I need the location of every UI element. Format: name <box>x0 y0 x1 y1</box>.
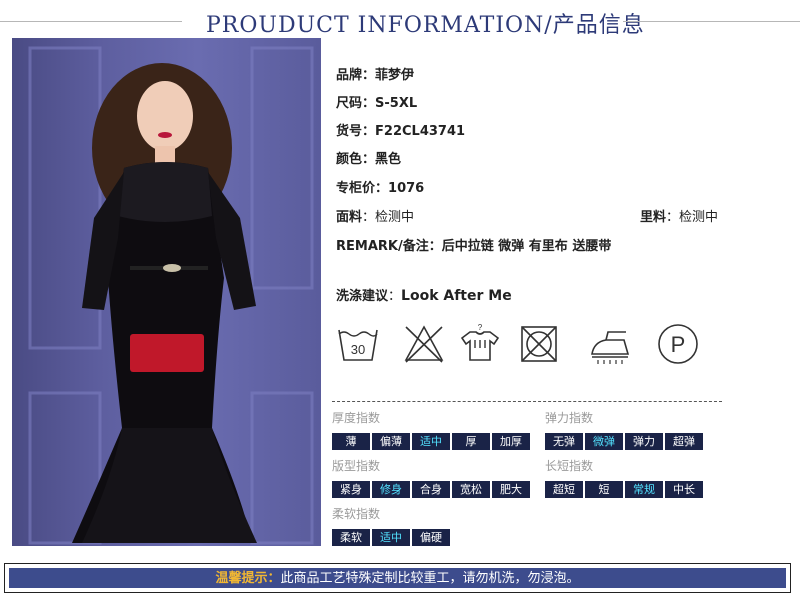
thickness-option: 厚 <box>452 433 490 450</box>
fit-option: 宽松 <box>452 481 490 498</box>
brand-value: 菲梦伊 <box>375 68 415 83</box>
softness-option-selected: 适中 <box>372 529 410 546</box>
wash-30-icon: 30 <box>336 322 380 366</box>
fit-option: 紧身 <box>332 481 370 498</box>
separator: ： <box>362 68 376 83</box>
separator: ： <box>388 289 402 304</box>
thickness-index-label: 厚度指数 <box>332 411 381 425</box>
elasticity-option: 超弹 <box>665 433 703 450</box>
elasticity-index-label: 弹力指数 <box>545 411 594 425</box>
product-photo <box>12 38 321 546</box>
notice-body: 此商品工艺特殊定制比较重工，请勿机洗，勿浸泡。 <box>280 571 580 586</box>
fit-index-label: 版型指数 <box>332 459 381 473</box>
softness-option: 柔软 <box>332 529 370 546</box>
length-option: 中长 <box>665 481 703 498</box>
length-index-label: 长短指数 <box>545 459 594 473</box>
wash-label: 洗涤建议 <box>336 289 389 304</box>
length-option: 超短 <box>545 481 583 498</box>
section-title: PROUDUCT INFORMATION/产品信息 <box>206 13 645 38</box>
thickness-option: 加厚 <box>492 433 530 450</box>
size-label: 尺码 <box>336 96 363 111</box>
drip-dry-icon: ? <box>458 322 502 366</box>
separator: ： <box>428 239 442 254</box>
size-value: S-5XL <box>375 96 418 111</box>
wash-temp-text: 30 <box>351 342 365 357</box>
fit-index-scale: 紧身 修身 合身 宽松 肥大 <box>332 481 532 498</box>
header-divider-left <box>0 21 182 22</box>
length-option-selected: 常规 <box>625 481 663 498</box>
lining-label: 里料 <box>640 210 667 225</box>
remark-row: REMARK/备注：后中拉链 微弹 有里布 送腰带 <box>336 235 611 254</box>
header-divider-right <box>623 21 800 22</box>
lining-value: 检测中 <box>679 210 719 225</box>
lining-row: 里料：检测中 <box>640 206 718 225</box>
elasticity-option: 弹力 <box>625 433 663 450</box>
size-row: 尺码：S-5XL <box>336 92 417 111</box>
color-value: 黑色 <box>375 152 402 167</box>
length-index-scale: 超短 短 常规 中长 <box>545 481 705 498</box>
elasticity-option-selected: 微弹 <box>585 433 623 450</box>
care-notice-banner: 温馨提示：此商品工艺特殊定制比较重工，请勿机洗，勿浸泡。 <box>4 563 791 593</box>
softness-option: 偏硬 <box>412 529 450 546</box>
brand-label: 品牌 <box>336 68 363 83</box>
elasticity-option: 无弹 <box>545 433 583 450</box>
thickness-option: 薄 <box>332 433 370 450</box>
fabric-value: 检测中 <box>375 210 415 225</box>
dry-clean-p-icon: P <box>656 322 700 366</box>
notice-bar: 温馨提示：此商品工艺特殊定制比较重工，请勿机洗，勿浸泡。 <box>9 568 786 588</box>
sku-row: 货号：F22CL43741 <box>336 120 465 139</box>
model-illustration <box>28 46 314 545</box>
fit-option: 肥大 <box>492 481 530 498</box>
softness-index-label: 柔软指数 <box>332 507 381 521</box>
fabric-row: 面料：检测中 <box>336 206 414 225</box>
notice-text: 温馨提示：此商品工艺特殊定制比较重工，请勿机洗，勿浸泡。 <box>9 568 786 588</box>
remark-value: 后中拉链 微弹 有里布 送腰带 <box>441 239 612 254</box>
wash-value: Look After Me <box>401 288 512 304</box>
notice-highlight: 温馨提示： <box>215 571 281 586</box>
no-tumble-dry-icon <box>517 322 561 366</box>
elasticity-index-scale: 无弹 微弹 弹力 超弹 <box>545 433 705 450</box>
separator: ： <box>666 210 680 225</box>
color-row: 颜色：黑色 <box>336 148 401 167</box>
divider-dashed <box>332 401 722 402</box>
separator: ： <box>375 181 389 196</box>
length-option: 短 <box>585 481 623 498</box>
separator: ： <box>362 152 376 167</box>
fit-option-selected: 修身 <box>372 481 410 498</box>
price-label: 专柜价 <box>336 181 376 196</box>
brand-row: 品牌：菲梦伊 <box>336 64 414 83</box>
section-header: PROUDUCT INFORMATION/产品信息 <box>0 0 800 42</box>
fit-option: 合身 <box>412 481 450 498</box>
remark-label: REMARK/备注 <box>336 239 429 254</box>
thickness-option: 偏薄 <box>372 433 410 450</box>
sku-label: 货号 <box>336 124 363 139</box>
no-bleach-icon <box>402 322 446 366</box>
iron-low-icon <box>588 322 632 366</box>
price-row: 专柜价：1076 <box>336 177 424 196</box>
wash-row: 洗涤建议：Look After Me <box>336 285 512 304</box>
fabric-label: 面料 <box>336 210 363 225</box>
separator: ： <box>362 96 376 111</box>
dry-clean-letter: P <box>671 332 686 357</box>
price-value: 1076 <box>388 181 425 196</box>
svg-text:?: ? <box>478 323 483 332</box>
color-label: 颜色 <box>336 152 363 167</box>
sku-value: F22CL43741 <box>375 124 466 139</box>
thickness-index-scale: 薄 偏薄 适中 厚 加厚 <box>332 433 532 450</box>
softness-index-scale: 柔软 适中 偏硬 <box>332 529 452 546</box>
separator: ： <box>362 124 376 139</box>
separator: ： <box>362 210 376 225</box>
thickness-option-selected: 适中 <box>412 433 450 450</box>
